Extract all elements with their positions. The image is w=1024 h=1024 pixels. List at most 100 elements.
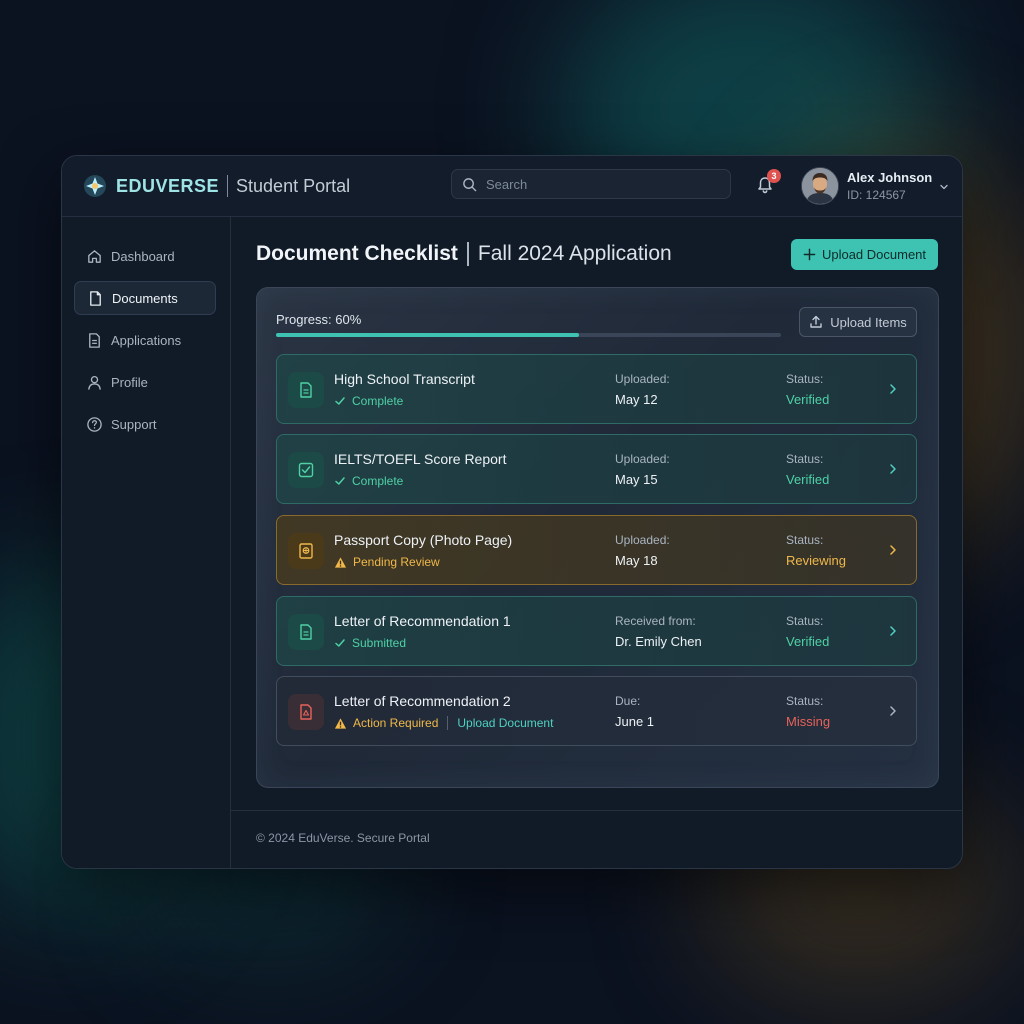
document-state: Pending Review — [334, 555, 440, 569]
document-state-label: Action Required — [353, 716, 439, 730]
avatar — [801, 167, 839, 205]
search-box[interactable] — [451, 169, 731, 199]
page-title-text: Document Checklist — [256, 242, 458, 265]
uploaded-date: May 12 — [615, 392, 658, 407]
app-window: EDUVERSE Student Portal 3 — [61, 155, 963, 869]
brand-name: EDUVERSE — [116, 175, 220, 196]
notification-badge: 3 — [767, 169, 781, 183]
uploaded-label: Uploaded: — [615, 452, 670, 466]
document-title: Letter of Recommendation 2 — [334, 693, 511, 709]
upload-icon — [810, 315, 822, 328]
file-text-icon — [89, 332, 100, 348]
chevron-right-icon[interactable] — [887, 544, 899, 556]
document-icon — [90, 290, 101, 306]
user-menu[interactable]: Alex Johnson ID: 124567 — [801, 167, 950, 205]
document-title: High School Transcript — [334, 371, 475, 387]
upload-document-button[interactable]: Upload Document — [791, 239, 938, 270]
document-checklist-panel: Progress: 60% Upload Items High School T… — [256, 287, 939, 788]
document-state-label: Complete — [352, 394, 404, 408]
document-state-label: Submitted — [352, 636, 407, 650]
chevron-right-icon[interactable] — [887, 463, 899, 475]
sidebar-item-applications[interactable]: Applications — [74, 323, 216, 357]
top-bar: EDUVERSE Student Portal 3 — [62, 156, 962, 217]
document-row-recommendation-2[interactable]: Letter of Recommendation 2 Action Requir… — [276, 676, 917, 746]
progress-bar — [276, 333, 781, 337]
document-title: Letter of Recommendation 1 — [334, 613, 511, 629]
user-id: ID: 124567 — [847, 188, 906, 202]
uploaded-label: Uploaded: — [615, 533, 670, 547]
home-icon — [88, 249, 101, 263]
chevron-right-icon[interactable] — [887, 625, 899, 637]
status-label: Status: — [786, 614, 824, 628]
chevron-down-icon[interactable] — [938, 181, 950, 193]
brand-divider — [227, 175, 229, 197]
checkbox-document-icon — [288, 452, 324, 488]
due-label: Due: — [615, 694, 641, 708]
chevron-right-icon[interactable] — [887, 383, 899, 395]
check-icon — [335, 397, 345, 405]
help-circle-icon — [87, 416, 102, 432]
document-row-transcript[interactable]: High School Transcript Complete Uploaded… — [276, 354, 917, 424]
page-title: Document Checklist Fall 2024 Application — [256, 242, 672, 266]
status-value: Verified — [786, 472, 830, 487]
user-icon — [88, 375, 101, 390]
due-date: June 1 — [615, 714, 655, 729]
document-icon — [288, 614, 324, 650]
document-row-recommendation-1[interactable]: Letter of Recommendation 1 Submitted Rec… — [276, 596, 917, 666]
document-state: Complete — [334, 394, 403, 408]
sidebar-item-profile[interactable]: Profile — [74, 365, 216, 399]
document-state: Complete — [334, 474, 403, 488]
warning-icon — [334, 717, 347, 729]
upload-document-label: Upload Document — [821, 247, 927, 262]
sidebar-item-documents[interactable]: Documents — [74, 281, 216, 315]
sidebar-item-label: Support — [111, 416, 157, 432]
sidebar-item-support[interactable]: Support — [74, 407, 216, 441]
received-from-label: Received from: — [615, 614, 696, 628]
status-value: Verified — [786, 634, 830, 649]
title-divider — [466, 242, 469, 266]
check-icon — [335, 477, 345, 485]
document-title: IELTS/TOEFL Score Report — [334, 451, 507, 467]
document-row-passport[interactable]: Passport Copy (Photo Page) Pending Revie… — [276, 515, 917, 585]
footer-text: © 2024 EduVerse. Secure Portal — [256, 831, 430, 845]
progress-label: Progress: 60% — [276, 312, 362, 327]
passport-icon — [288, 533, 324, 569]
upload-items-label: Upload Items — [830, 314, 907, 330]
status-value: Missing — [786, 714, 831, 729]
uploaded-date: May 15 — [615, 472, 658, 487]
received-from-value: Dr. Emily Chen — [615, 634, 702, 649]
upload-document-link[interactable]: Upload Document — [457, 716, 553, 730]
status-label: Status: — [786, 694, 824, 708]
logo-icon — [82, 173, 108, 199]
chevron-right-icon[interactable] — [887, 705, 899, 717]
missing-document-icon — [288, 694, 324, 730]
user-name: Alex Johnson — [847, 170, 933, 185]
sidebar-item-label: Profile — [111, 374, 148, 390]
footer: © 2024 EduVerse. Secure Portal — [231, 810, 962, 868]
sidebar-item-dashboard[interactable]: Dashboard — [74, 239, 216, 273]
sidebar-item-label: Dashboard — [111, 248, 175, 264]
page-subtitle: Fall 2024 Application — [477, 242, 672, 265]
uploaded-date: May 18 — [615, 553, 658, 568]
plus-icon — [803, 248, 816, 261]
document-row-ielts[interactable]: IELTS/TOEFL Score Report Complete Upload… — [276, 434, 917, 504]
notifications-button[interactable]: 3 — [755, 169, 781, 197]
sidebar: Dashboard Documents Applications Profile — [62, 217, 231, 868]
warning-icon — [334, 556, 347, 568]
status-value: Verified — [786, 392, 830, 407]
main-content: Document Checklist Fall 2024 Application… — [231, 217, 962, 868]
upload-items-button[interactable]: Upload Items — [799, 307, 917, 337]
search-icon — [463, 177, 477, 191]
sidebar-item-label: Applications — [111, 332, 182, 348]
uploaded-label: Uploaded: — [615, 372, 670, 386]
status-label: Status: — [786, 452, 824, 466]
sidebar-item-label: Documents — [112, 290, 178, 306]
document-state: Submitted — [334, 636, 406, 650]
state-divider — [447, 716, 449, 730]
status-label: Status: — [786, 372, 824, 386]
document-icon — [288, 372, 324, 408]
document-state-label: Complete — [352, 474, 404, 488]
search-input[interactable] — [484, 175, 718, 193]
progress-fill — [276, 333, 579, 337]
brand[interactable]: EDUVERSE Student Portal — [82, 173, 350, 199]
